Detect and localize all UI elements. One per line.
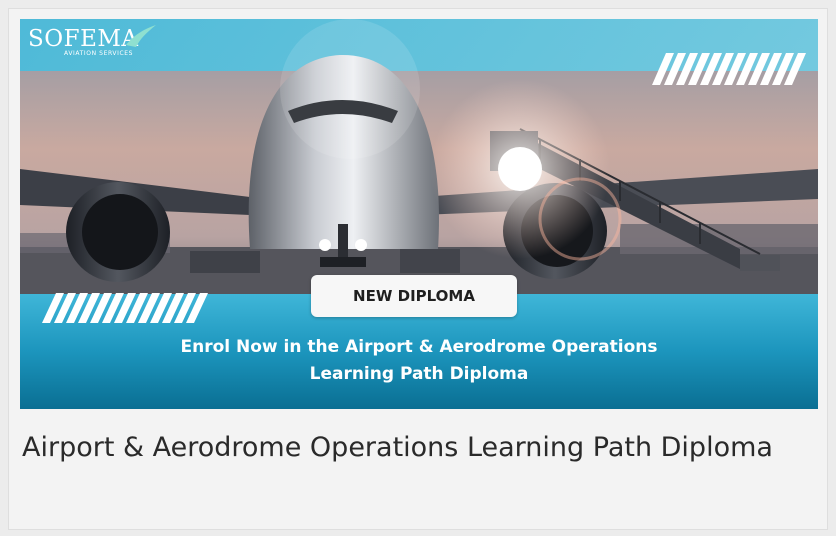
banner-headline: Enrol Now in the Airport & Aerodrome Ope…	[20, 334, 818, 388]
banner-image[interactable]: SOFEMA AVIATION SERVICES NEW DIPLOMA Enr…	[20, 19, 818, 409]
headline-line-2: Learning Path Diploma	[309, 364, 529, 384]
new-diploma-badge: NEW DIPLOMA	[311, 275, 517, 317]
logo-swoosh-icon	[126, 25, 156, 47]
article-card[interactable]: SOFEMA AVIATION SERVICES NEW DIPLOMA Enr…	[8, 8, 828, 530]
logo-text: SOFEMA	[28, 26, 139, 52]
sofema-logo: SOFEMA AVIATION SERVICES	[28, 25, 156, 57]
logo-subtext: AVIATION SERVICES	[64, 50, 134, 57]
headline-line-1: Enrol Now in the Airport & Aerodrome Ope…	[180, 337, 658, 357]
card-title-link[interactable]: Airport & Aerodrome Operations Learning …	[22, 427, 802, 469]
